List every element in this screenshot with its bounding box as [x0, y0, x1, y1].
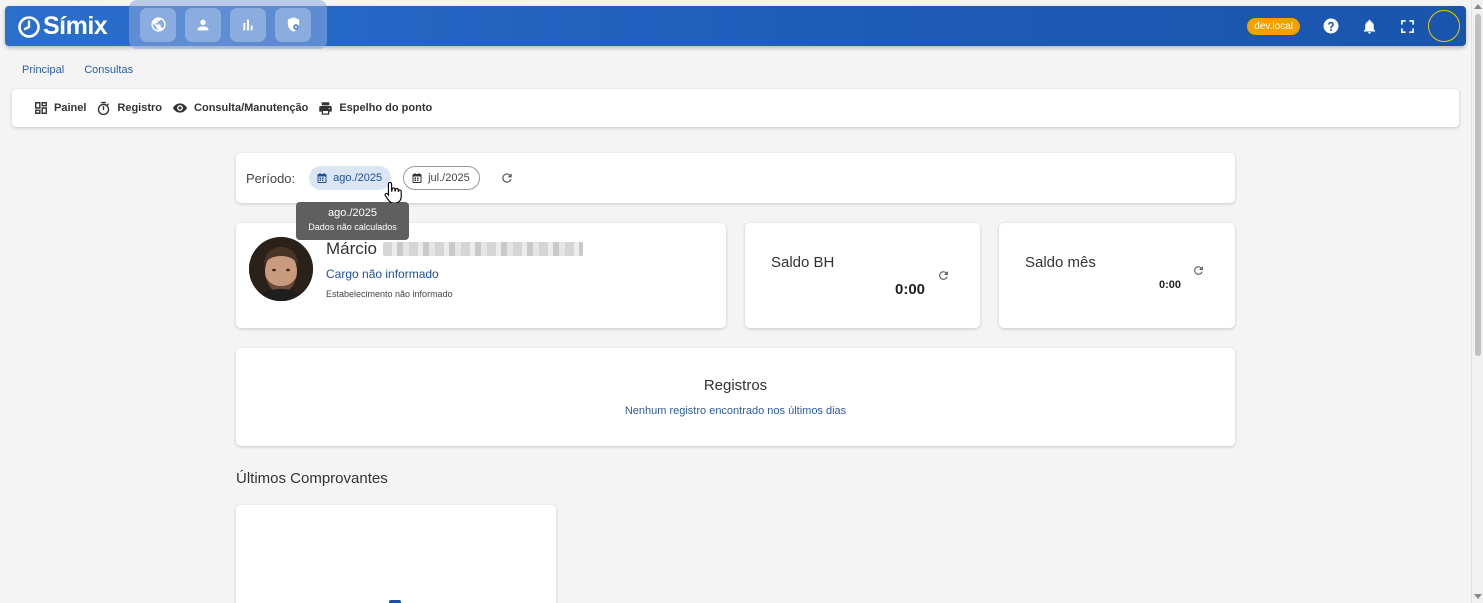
- shield-icon: [287, 17, 299, 32]
- registro-label: Registro: [117, 102, 163, 114]
- scroll-up-arrow-icon[interactable]: [1474, 4, 1482, 9]
- period-tooltip: ago./2025 Dados não calculados: [296, 202, 409, 240]
- period-previous-label: jul./2025: [428, 172, 470, 184]
- module-switcher: [129, 0, 327, 49]
- tab-consultas[interactable]: Consultas: [84, 64, 133, 76]
- comprovante-card[interactable]: [236, 505, 556, 603]
- period-chip-current[interactable]: ago./2025: [309, 166, 392, 190]
- module-globe-button[interactable]: [140, 7, 176, 42]
- fullscreen-icon: [1400, 19, 1414, 33]
- fullscreen-button[interactable]: [1388, 6, 1426, 46]
- bell-icon: [1363, 19, 1375, 34]
- user-avatar-button[interactable]: [1428, 10, 1460, 42]
- eye-icon: [173, 103, 188, 113]
- clock-logo-icon: [18, 15, 40, 38]
- saldo-bh-value: 0:00: [895, 281, 926, 298]
- refresh-icon: [501, 173, 512, 183]
- saldo-mes-card: Saldo mês 0:00: [999, 223, 1235, 328]
- module-user-button[interactable]: [185, 7, 221, 42]
- refresh-icon: [939, 271, 948, 280]
- globe-icon: [150, 17, 166, 32]
- espelho-label: Espelho do ponto: [339, 102, 433, 114]
- saldo-mes-refresh-button[interactable]: [1192, 264, 1205, 282]
- saldo-mes-title: Saldo mês: [1025, 254, 1096, 271]
- tab-principal[interactable]: Principal: [22, 64, 64, 76]
- period-label: Período:: [246, 170, 296, 186]
- top-tabs: Principal Consultas: [22, 64, 133, 76]
- profile-role: Cargo não informado: [326, 267, 439, 281]
- calendar-icon: [412, 173, 422, 183]
- profile-photo-image: [249, 237, 313, 301]
- dashboard-icon: [35, 102, 47, 114]
- environment-badge: dev.local: [1247, 17, 1300, 35]
- hand-cursor-icon: [384, 181, 402, 203]
- period-current-label: ago./2025: [333, 172, 383, 184]
- refresh-icon: [1194, 266, 1203, 275]
- app-bar: Símix dev.local: [5, 0, 1466, 49]
- registros-title: Registros: [703, 377, 768, 394]
- registros-empty-message: Nenhum registro encontrado nos últimos d…: [624, 405, 847, 417]
- sub-toolbar: Painel Registro Consulta/Manutenção Espe…: [12, 89, 1459, 127]
- redacted-surname: [383, 242, 584, 256]
- module-chart-button[interactable]: [230, 7, 266, 42]
- appbar-tools: dev.local: [1247, 6, 1466, 46]
- saldo-bh-refresh-button[interactable]: [937, 269, 950, 287]
- printer-icon: [319, 101, 333, 115]
- painel-label: Painel: [54, 102, 87, 114]
- registro-button[interactable]: Registro: [96, 101, 162, 116]
- calendar-icon: [317, 173, 327, 183]
- saldo-mes-value: 0:00: [1159, 279, 1182, 291]
- registros-card: Registros Nenhum registro encontrado nos…: [236, 348, 1235, 446]
- profile-name: Márcio: [326, 239, 584, 259]
- scroll-down-arrow-icon[interactable]: [1474, 594, 1482, 599]
- profile-first-name: Márcio: [326, 239, 378, 258]
- bar-chart-icon: [243, 19, 253, 30]
- help-button[interactable]: [1312, 6, 1350, 46]
- page-scrollbar[interactable]: [1471, 0, 1483, 603]
- help-icon: [1323, 18, 1339, 34]
- period-chip-previous[interactable]: jul./2025: [403, 166, 480, 190]
- consulta-manutencao-button[interactable]: Consulta/Manutenção: [172, 100, 308, 116]
- notifications-button[interactable]: [1350, 6, 1388, 46]
- painel-button[interactable]: Painel: [34, 101, 86, 115]
- espelho-ponto-button[interactable]: Espelho do ponto: [318, 101, 432, 116]
- ultimos-comprovantes-title: Últimos Comprovantes: [236, 470, 388, 487]
- scroll-thumb[interactable]: [1475, 14, 1481, 356]
- saldo-bh-title: Saldo BH: [771, 254, 835, 271]
- consulta-label: Consulta/Manutenção: [194, 102, 309, 114]
- saldo-bh-card: Saldo BH 0:00: [745, 223, 980, 328]
- brand-name: Símix: [43, 12, 108, 40]
- period-refresh-button[interactable]: [500, 171, 514, 185]
- user-icon: [197, 19, 209, 30]
- profile-establishment: Estabelecimento não informado: [326, 289, 453, 299]
- tooltip-title: ago./2025: [328, 207, 377, 219]
- tooltip-subtitle: Dados não calculados: [308, 222, 397, 232]
- stopwatch-icon: [98, 101, 110, 115]
- module-shield-button[interactable]: [275, 7, 311, 42]
- brand-logo[interactable]: Símix: [17, 12, 108, 41]
- profile-photo: [249, 237, 313, 301]
